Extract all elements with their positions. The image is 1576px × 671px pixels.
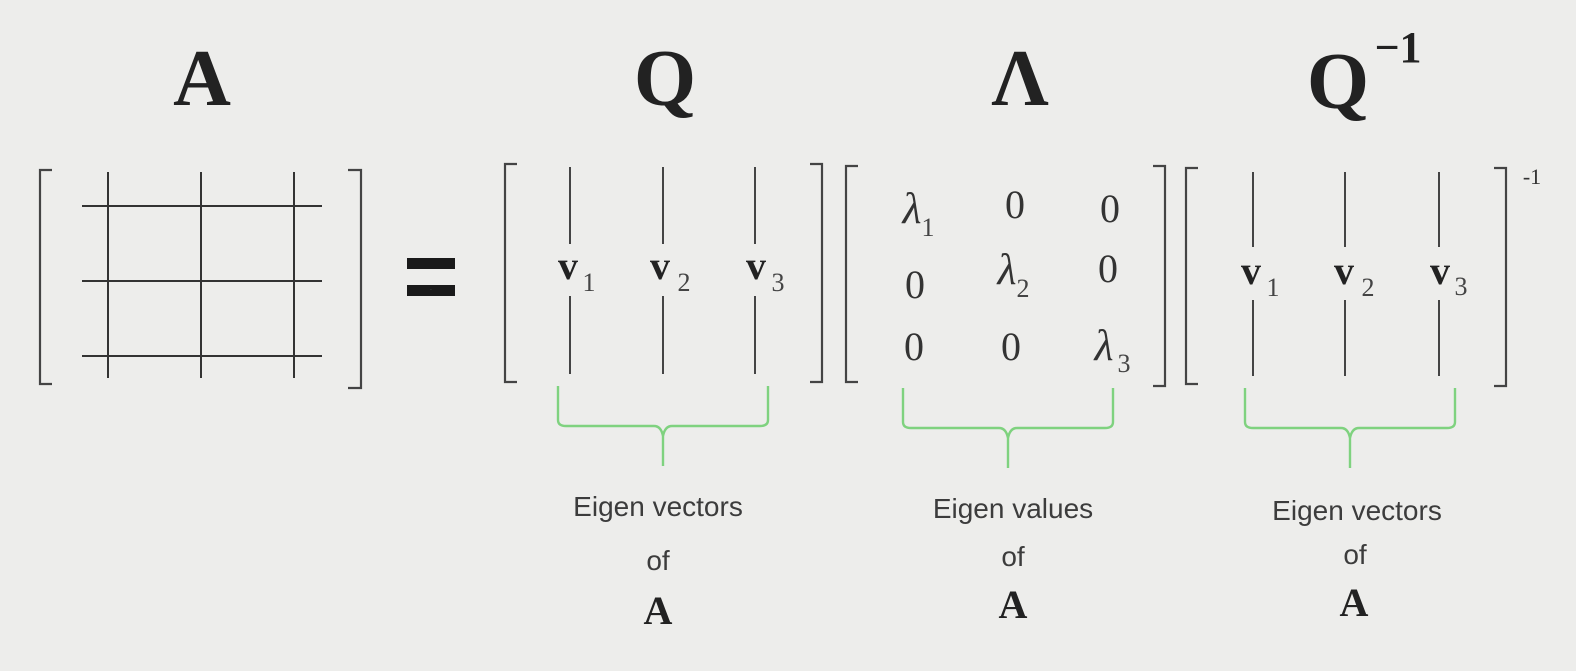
matrix-Lambda-right-bracket (1153, 164, 1167, 388)
Lambda-entry-lambda-2: λ (995, 245, 1016, 294)
brace-eigen-vectors-Q (556, 386, 770, 466)
Qinv-vector-sub-2: 2 (1362, 273, 1375, 302)
caption-Q-inverse: Eigen vectors of A (1272, 495, 1442, 625)
caption-Q: Eigen vectors of A (573, 491, 743, 633)
inverse-superscript: -1 (1523, 164, 1541, 189)
Lambda-entry-sub-3: 3 (1118, 349, 1131, 378)
caption-Q-line2: of (646, 545, 670, 576)
Q-vector-sub-1: 1 (583, 268, 596, 297)
header-Q-inverse: Q (1307, 38, 1369, 126)
header-Q-inverse-exponent: −1 (1374, 23, 1421, 72)
Qinv-vector-v2: v (1334, 248, 1354, 293)
equals-bar-top (407, 258, 455, 269)
matrix-Q-inverse: v 1 v 2 v 3 (1184, 166, 1508, 388)
matrix-A-left-bracket (38, 168, 52, 386)
matrix-A (38, 168, 363, 390)
equals-sign: = (407, 258, 455, 296)
caption-Qinv-line2: of (1343, 539, 1367, 570)
matrix-Q-inverse-right-bracket (1494, 166, 1508, 388)
Lambda-entry-zero: 0 (905, 262, 925, 307)
header-A: A (173, 35, 231, 123)
matrix-Q: v 1 v 2 v 3 (503, 162, 824, 384)
caption-Qinv-line3: A (1340, 580, 1369, 625)
eigendecomposition-diagram: A Q Λ Q −1 = v 1 v 2 v 3 λ 1 0 0 0 λ 2 0… (0, 0, 1576, 666)
matrix-A-right-bracket (348, 168, 363, 390)
matrix-Q-left-bracket (503, 162, 517, 384)
diagram-canvas: A Q Λ Q −1 = v 1 v 2 v 3 λ 1 0 0 0 λ 2 0… (38, 23, 1541, 633)
Lambda-entry-zero: 0 (1100, 186, 1120, 231)
Q-vector-v2: v (650, 243, 670, 288)
Lambda-entry-sub-1: 1 (922, 213, 935, 242)
caption-Qinv-line1: Eigen vectors (1272, 495, 1442, 526)
brace-eigen-vectors-Q-inverse (1243, 388, 1457, 468)
Q-vector-sub-3: 3 (772, 268, 785, 297)
Q-vector-v1: v (558, 243, 578, 288)
Lambda-entry-zero: 0 (1005, 182, 1025, 227)
matrix-Q-right-bracket (810, 162, 824, 384)
Q-vector-sub-2: 2 (678, 268, 691, 297)
header-Q: Q (634, 35, 696, 123)
Lambda-entry-lambda-1: λ (900, 184, 921, 233)
matrix-Lambda-left-bracket (844, 164, 858, 384)
Lambda-entry-sub-2: 2 (1017, 274, 1030, 303)
caption-Q-line3: A (644, 588, 673, 633)
caption-Lambda-line3: A (999, 582, 1028, 627)
header-Lambda: Λ (991, 35, 1048, 123)
Qinv-vector-v1: v (1241, 248, 1261, 293)
Qinv-vector-sub-1: 1 (1267, 273, 1280, 302)
Lambda-entry-zero: 0 (1098, 246, 1118, 291)
Lambda-entry-zero: 0 (904, 324, 924, 369)
caption-Lambda-line2: of (1001, 541, 1025, 572)
caption-Lambda: Eigen values of A (933, 493, 1093, 627)
caption-Q-line1: Eigen vectors (573, 491, 743, 522)
caption-Lambda-line1: Eigen values (933, 493, 1093, 524)
matrix-Q-inverse-left-bracket (1184, 166, 1198, 386)
matrix-Lambda: λ 1 0 0 0 λ 2 0 0 0 λ 3 (844, 164, 1167, 388)
brace-eigen-values-Lambda (901, 388, 1115, 468)
Lambda-entry-lambda-3: λ (1092, 321, 1113, 370)
Q-vector-v3: v (746, 243, 766, 288)
Lambda-entry-zero: 0 (1001, 324, 1021, 369)
Qinv-vector-v3: v (1430, 248, 1450, 293)
Qinv-vector-sub-3: 3 (1455, 272, 1468, 301)
